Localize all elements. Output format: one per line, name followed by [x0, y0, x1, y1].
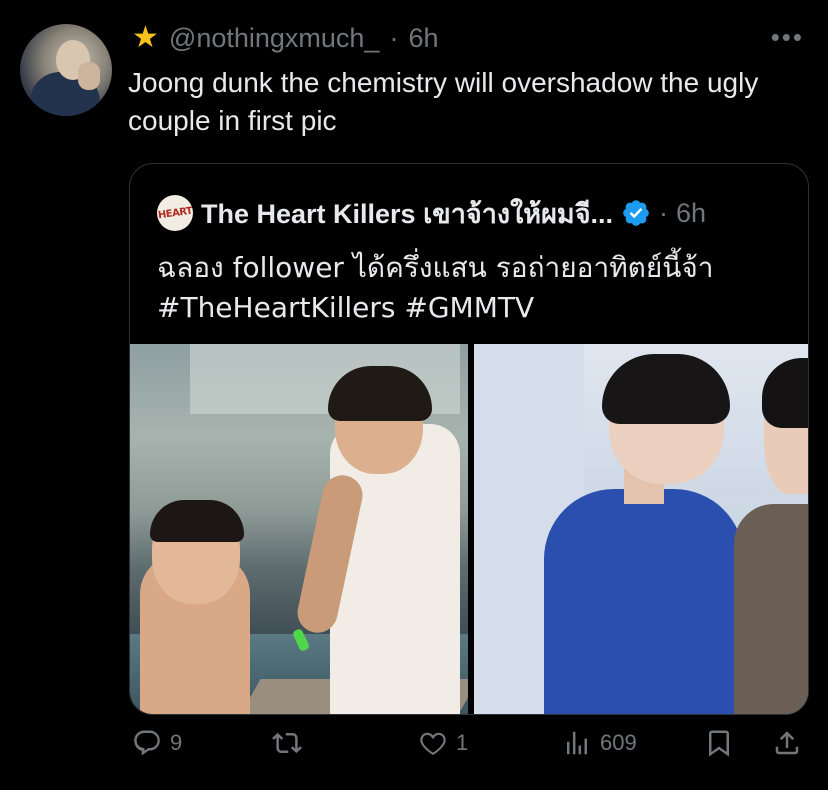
star-icon: ★ [132, 21, 159, 54]
person-back-hair [762, 358, 808, 428]
more-icon[interactable]: ••• [771, 22, 804, 53]
quoted-avatar[interactable]: HEART [157, 195, 193, 231]
views-count: 609 [600, 730, 637, 755]
logo-text: HEART [157, 205, 193, 221]
heart-icon [420, 732, 446, 756]
person-front-hair [602, 354, 730, 424]
media-image-2[interactable] [474, 344, 808, 714]
separator-dot: · [659, 197, 669, 228]
person-left-hair [150, 500, 244, 542]
share-button[interactable] [772, 728, 802, 758]
repost-icon [272, 732, 302, 754]
tweet-time[interactable]: 6h [408, 23, 438, 54]
quoted-header: HEART The Heart Killers เขาจ้างให้ผมจี..… [157, 194, 706, 232]
bookmark-icon [709, 730, 729, 757]
views-icon [567, 731, 587, 755]
share-icon [775, 731, 799, 755]
reply-button[interactable]: 9 [132, 728, 182, 758]
action-bar: 9 1 609 [0, 728, 828, 772]
quoted-text: ฉลอง follower ได้ครึ่งแสน รอถ่ายอาทิตย์น… [157, 248, 797, 328]
like-count: 1 [456, 730, 469, 755]
person-back-body [734, 504, 808, 714]
user-handle[interactable]: @nothingxmuch_ [169, 23, 380, 54]
tweet-header: ★ @nothingxmuch_ · 6h [132, 20, 438, 56]
reply-icon [134, 730, 160, 756]
reply-count: 9 [170, 730, 183, 755]
bookmark-button[interactable] [704, 728, 734, 758]
quoted-hashtags[interactable]: #TheHeartKillers #GMMTV [157, 288, 797, 328]
like-button[interactable]: 1 [418, 728, 468, 758]
quoted-time[interactable]: 6h [676, 198, 706, 229]
avatar-hand [78, 62, 100, 90]
avatar[interactable] [20, 24, 112, 116]
tweet-text: Joong dunk the chemistry will overshadow… [128, 67, 759, 136]
media-image-1[interactable] [130, 344, 468, 714]
quoted-text-line1: ฉลอง follower ได้ครึ่งแสน รอถ่ายอาทิตย์น… [157, 251, 714, 284]
quoted-tweet[interactable]: HEART The Heart Killers เขาจ้างให้ผมจี..… [129, 163, 809, 715]
verified-icon [623, 200, 649, 226]
separator-dot: · [389, 22, 399, 53]
repost-button[interactable] [272, 728, 310, 758]
views-button[interactable]: 609 [562, 728, 637, 758]
quoted-account-name[interactable]: The Heart Killers เขาจ้างให้ผมจี... [201, 192, 613, 235]
person-front-body [544, 489, 744, 714]
